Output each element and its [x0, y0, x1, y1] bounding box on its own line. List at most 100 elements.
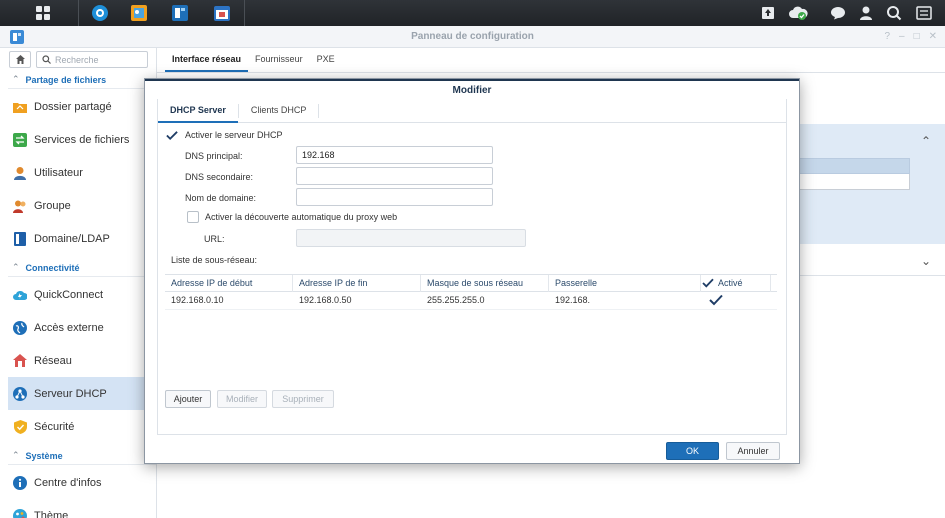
sidebar-item-security[interactable]: Sécurité	[8, 410, 156, 443]
cloud-sync-button[interactable]	[783, 2, 813, 24]
proxy-autodiscovery-checkbox[interactable]	[187, 211, 199, 223]
tab-dhcp-server[interactable]: DHCP Server	[158, 99, 238, 123]
sidebar-item-domain-ldap[interactable]: Domaine/LDAP	[8, 222, 156, 255]
taskbar-app-file-station[interactable]	[165, 2, 195, 24]
close-button[interactable]: ✕	[929, 31, 937, 42]
dns-secondary-input[interactable]	[296, 167, 493, 185]
section-label: Partage de fichiers	[25, 74, 107, 85]
taskbar-separator	[244, 0, 245, 26]
delete-button[interactable]: Supprimer	[272, 390, 334, 408]
widgets-icon	[916, 6, 932, 20]
sidebar-item-network[interactable]: Réseau	[8, 344, 156, 377]
search-icon	[42, 55, 51, 64]
domain-name-input[interactable]	[296, 188, 493, 206]
user-menu-button[interactable]	[851, 2, 881, 24]
cancel-button[interactable]: Annuler	[726, 442, 780, 460]
column-header-subnet-mask[interactable]: Masque de sous réseau	[421, 275, 549, 292]
notifications-button[interactable]	[823, 2, 853, 24]
cloud-sync-icon	[789, 6, 808, 20]
upload-tasks-button[interactable]	[753, 2, 783, 24]
sidebar-item-theme[interactable]: Thème	[8, 499, 156, 518]
proxy-autodiscovery-label: Activer la découverte automatique du pro…	[205, 212, 398, 222]
column-header-end-ip[interactable]: Adresse IP de fin	[293, 275, 421, 292]
add-button[interactable]: Ajouter	[165, 390, 211, 408]
chevron-down-icon[interactable]: ⌄	[921, 254, 931, 268]
enabled-checkbox[interactable]	[709, 294, 723, 306]
tab-network-interface[interactable]: Interface réseau	[165, 48, 249, 72]
control-panel-icon	[131, 5, 147, 21]
tab-pxe[interactable]: PXE	[310, 48, 342, 72]
chevron-up-icon[interactable]: ⌃	[921, 134, 931, 148]
divider	[8, 276, 156, 277]
subnet-list-label: Liste de sous-réseau:	[171, 255, 258, 265]
divider	[8, 464, 156, 465]
sidebar: ⌃ Partage de fichiers Dossier partagé Se…	[0, 48, 157, 518]
calendar-icon	[214, 6, 230, 21]
chevron-up-icon: ⌃	[12, 262, 20, 272]
column-header-start-ip[interactable]: Adresse IP de début	[165, 275, 293, 292]
sidebar-item-user[interactable]: Utilisateur	[8, 156, 156, 189]
minimize-button[interactable]: –	[899, 31, 905, 42]
grid-menu-icon	[36, 6, 50, 20]
sidebar-item-quickconnect[interactable]: QuickConnect	[8, 278, 156, 311]
theme-icon	[13, 508, 27, 518]
search-button[interactable]	[879, 2, 909, 24]
chevron-up-icon: ⌃	[12, 450, 20, 460]
sidebar-item-label: Utilisateur	[34, 166, 83, 179]
home-icon	[15, 55, 25, 64]
column-header-gateway[interactable]: Passerelle	[549, 275, 701, 292]
tab-vendor[interactable]: Fournisseur	[248, 48, 310, 72]
section-system[interactable]: ⌃ Système	[12, 450, 63, 461]
column-header-enabled[interactable]: Activé	[701, 275, 771, 292]
subnet-table: Adresse IP de début Adresse IP de fin Ma…	[165, 274, 777, 310]
cell-start-ip: 192.168.0.10	[171, 295, 224, 305]
dialog-tabs: DHCP Server Clients DHCP	[158, 99, 786, 123]
search-input[interactable]	[55, 54, 145, 65]
package-center-icon	[92, 5, 108, 21]
taskbar-app-control-panel[interactable]	[124, 2, 154, 24]
ok-button[interactable]: OK	[666, 442, 719, 460]
help-button[interactable]: ?	[884, 31, 890, 42]
edit-button[interactable]: Modifier	[217, 390, 267, 408]
dns-primary-input[interactable]	[296, 146, 493, 164]
checkmark-icon	[166, 130, 178, 140]
enable-dhcp-label: Activer le serveur DHCP	[185, 130, 283, 140]
sidebar-item-shared-folder[interactable]: Dossier partagé	[8, 90, 156, 123]
table-row[interactable]: 192.168.0.10 192.168.0.50 255.255.255.0 …	[165, 292, 777, 310]
enable-dhcp-checkbox[interactable]	[166, 129, 178, 141]
tab-dhcp-clients[interactable]: Clients DHCP	[239, 99, 319, 123]
sidebar-search[interactable]	[36, 51, 148, 68]
domain-name-label: Nom de domaine:	[185, 193, 257, 203]
sidebar-item-group[interactable]: Groupe	[8, 189, 156, 222]
url-input[interactable]	[296, 229, 526, 247]
sidebar-item-external-access[interactable]: Accès externe	[8, 311, 156, 344]
checkmark-icon	[702, 278, 714, 288]
sidebar-item-label: Réseau	[34, 354, 72, 367]
sidebar-item-label: Domaine/LDAP	[34, 232, 110, 245]
column-header-label: Activé	[718, 278, 743, 288]
sidebar-item-label: QuickConnect	[34, 288, 104, 301]
sidebar-item-label: Thème	[34, 509, 69, 518]
taskbar-app-calendar[interactable]	[207, 2, 237, 24]
widgets-button[interactable]	[909, 2, 939, 24]
sidebar-item-file-services[interactable]: Services de fichiers	[8, 123, 156, 156]
dns-secondary-label: DNS secondaire:	[185, 172, 254, 182]
sidebar-item-label: Centre d'infos	[34, 476, 102, 489]
home-button[interactable]	[9, 51, 31, 68]
user-icon	[13, 166, 27, 180]
section-connectivity[interactable]: ⌃ Connectivité	[12, 262, 80, 273]
taskbar-app-package-center[interactable]	[85, 2, 115, 24]
quickconnect-icon	[13, 288, 27, 302]
info-icon	[13, 475, 27, 490]
main-menu-button[interactable]	[28, 2, 58, 24]
external-access-icon	[13, 320, 27, 335]
chat-bubble-icon	[831, 7, 845, 20]
sidebar-item-dhcp-server[interactable]: Serveur DHCP	[8, 377, 156, 410]
main-tabs: Interface réseau Fournisseur PXE	[165, 48, 342, 72]
sidebar-item-info-center[interactable]: Centre d'infos	[8, 466, 156, 499]
section-file-sharing[interactable]: ⌃ Partage de fichiers	[12, 74, 106, 85]
divider	[8, 88, 156, 89]
group-icon	[13, 199, 27, 213]
maximize-button[interactable]: □	[914, 31, 920, 42]
file-services-icon	[13, 132, 27, 147]
